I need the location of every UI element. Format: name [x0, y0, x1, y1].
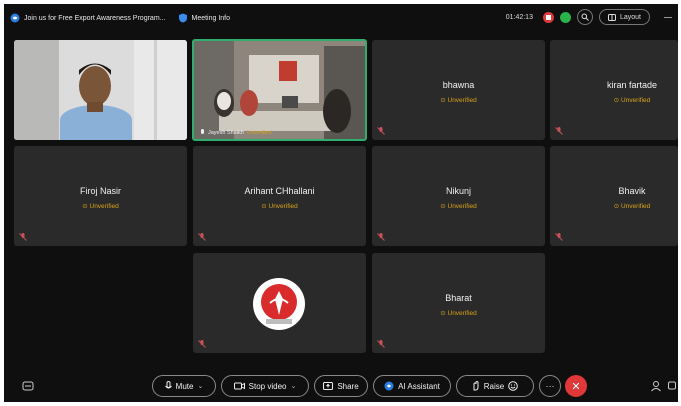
hand-icon: [473, 381, 479, 391]
share-button[interactable]: Share: [314, 375, 368, 397]
mic-muted-icon: [19, 233, 27, 241]
minimize-icon[interactable]: [664, 16, 672, 18]
raise-label: Raise: [483, 381, 505, 391]
meeting-info-button[interactable]: Meeting Info: [178, 13, 231, 23]
meeting-title-text: Join us for Free Export Awareness Progra…: [24, 14, 166, 22]
participant-status: Unverified: [246, 129, 272, 136]
network-status-icon[interactable]: [559, 11, 571, 23]
mute-label: Mute: [175, 381, 194, 391]
top-bar: Join us for Free Export Awareness Progra…: [4, 4, 678, 32]
participant-tile[interactable]: [193, 253, 366, 353]
unverified-badge: ⊙ Unverified: [440, 310, 477, 317]
participant-name: Bhavik: [618, 186, 646, 196]
meeting-title[interactable]: Join us for Free Export Awareness Progra…: [10, 13, 166, 23]
raise-hand-button[interactable]: Raise: [456, 375, 534, 397]
status-text: Unverified: [89, 203, 119, 210]
chevron-down-icon[interactable]: ⌄: [290, 382, 296, 390]
control-bar: Mute ⌄ Stop video ⌄ Share AI Assistant R…: [4, 370, 678, 402]
chevron-down-icon[interactable]: ⌄: [197, 382, 203, 390]
mute-button[interactable]: Mute ⌄: [152, 375, 216, 397]
participant-name: Jayesh Shaikh: [208, 129, 244, 136]
participant-name: Arihant CHhallani: [244, 186, 315, 196]
video-camera-icon: [233, 382, 245, 390]
leave-meeting-button[interactable]: ✕: [565, 375, 587, 397]
share-label: Share: [337, 381, 359, 391]
search-icon[interactable]: [576, 9, 593, 25]
emoji-reaction-icon[interactable]: [508, 381, 519, 391]
unverified-badge: ⊙ Unverified: [440, 203, 477, 210]
layout-icon: [607, 13, 616, 21]
participant-tile[interactable]: Firoj Nasir ⊙ Unverified: [14, 146, 187, 246]
more-options-button[interactable]: ···: [539, 375, 561, 397]
participant-video-office: [194, 41, 365, 139]
close-icon: ✕: [571, 380, 581, 393]
chat-icon[interactable]: [668, 380, 676, 392]
unverified-badge: ⊙ Unverified: [440, 97, 477, 104]
participant-name: Firoj Nasir: [79, 186, 121, 196]
participant-video-tile[interactable]: [14, 40, 187, 140]
participant-name: kiran fartade: [606, 80, 658, 90]
ai-assistant-label: AI Assistant: [398, 381, 440, 391]
status-text: Unverified: [447, 310, 477, 317]
participant-tile[interactable]: Bhavik ⊙ Unverified: [550, 146, 678, 246]
active-speaker-tile[interactable]: Jayesh Shaikh Unverified: [192, 39, 367, 141]
participant-tile[interactable]: Bharat ⊙ Unverified: [372, 253, 545, 353]
unverified-badge: ⊙ Unverified: [613, 97, 651, 104]
status-text: Unverified: [621, 203, 651, 210]
mic-muted-icon: [555, 127, 563, 135]
layout-button[interactable]: Layout: [598, 9, 650, 25]
participant-name: Nikunj: [445, 186, 471, 196]
stop-video-label: Stop video: [248, 381, 287, 391]
mic-muted-icon: [555, 233, 563, 241]
status-text: Unverified: [447, 203, 477, 210]
ai-assistant-icon: [384, 381, 394, 391]
participant-name: Bharat: [445, 293, 472, 303]
captions-icon[interactable]: [22, 380, 34, 392]
participant-tile[interactable]: bhawna ⊙ Unverified: [372, 40, 545, 140]
status-text: Unverified: [621, 97, 651, 104]
top-right-controls: 01:42:13 Layout: [506, 9, 672, 25]
organization-logo: [253, 278, 305, 330]
mic-muted-icon: [198, 233, 206, 241]
participants-icon[interactable]: [650, 380, 662, 392]
webex-logo-icon: [10, 13, 20, 23]
meeting-window: Join us for Free Export Awareness Progra…: [4, 4, 678, 402]
participant-tile[interactable]: Arihant CHhallani ⊙ Unverified: [193, 146, 366, 246]
unverified-badge: ⊙ Unverified: [261, 203, 298, 210]
participant-video-man: [14, 40, 187, 140]
mic-muted-icon: [377, 127, 385, 135]
status-text: Unverified: [447, 97, 477, 104]
meeting-timer: 01:42:13: [505, 13, 533, 21]
participant-tile[interactable]: Nikunj ⊙ Unverified: [372, 146, 545, 246]
layout-label: Layout: [619, 13, 641, 21]
meeting-info-label: Meeting Info: [191, 14, 231, 22]
participant-name: bhawna: [442, 80, 475, 90]
microphone-icon: [164, 381, 172, 389]
stop-video-button[interactable]: Stop video ⌄: [221, 375, 309, 397]
mic-muted-icon: [377, 340, 385, 348]
ai-assistant-button[interactable]: AI Assistant: [373, 375, 451, 397]
mic-muted-icon: [198, 340, 206, 348]
unverified-badge: ⊙ Unverified: [82, 203, 119, 210]
shield-icon: [178, 13, 187, 23]
active-speaker-label: Jayesh Shaikh Unverified: [200, 129, 272, 136]
recording-icon[interactable]: [542, 11, 554, 23]
mic-icon: [201, 129, 204, 134]
more-icon: ···: [545, 381, 555, 391]
unverified-badge: ⊙ Unverified: [613, 203, 651, 210]
participant-tile[interactable]: kiran fartade ⊙ Unverified: [550, 40, 678, 140]
mic-muted-icon: [377, 233, 385, 241]
share-screen-icon: [323, 382, 334, 390]
status-text: Unverified: [268, 203, 298, 210]
